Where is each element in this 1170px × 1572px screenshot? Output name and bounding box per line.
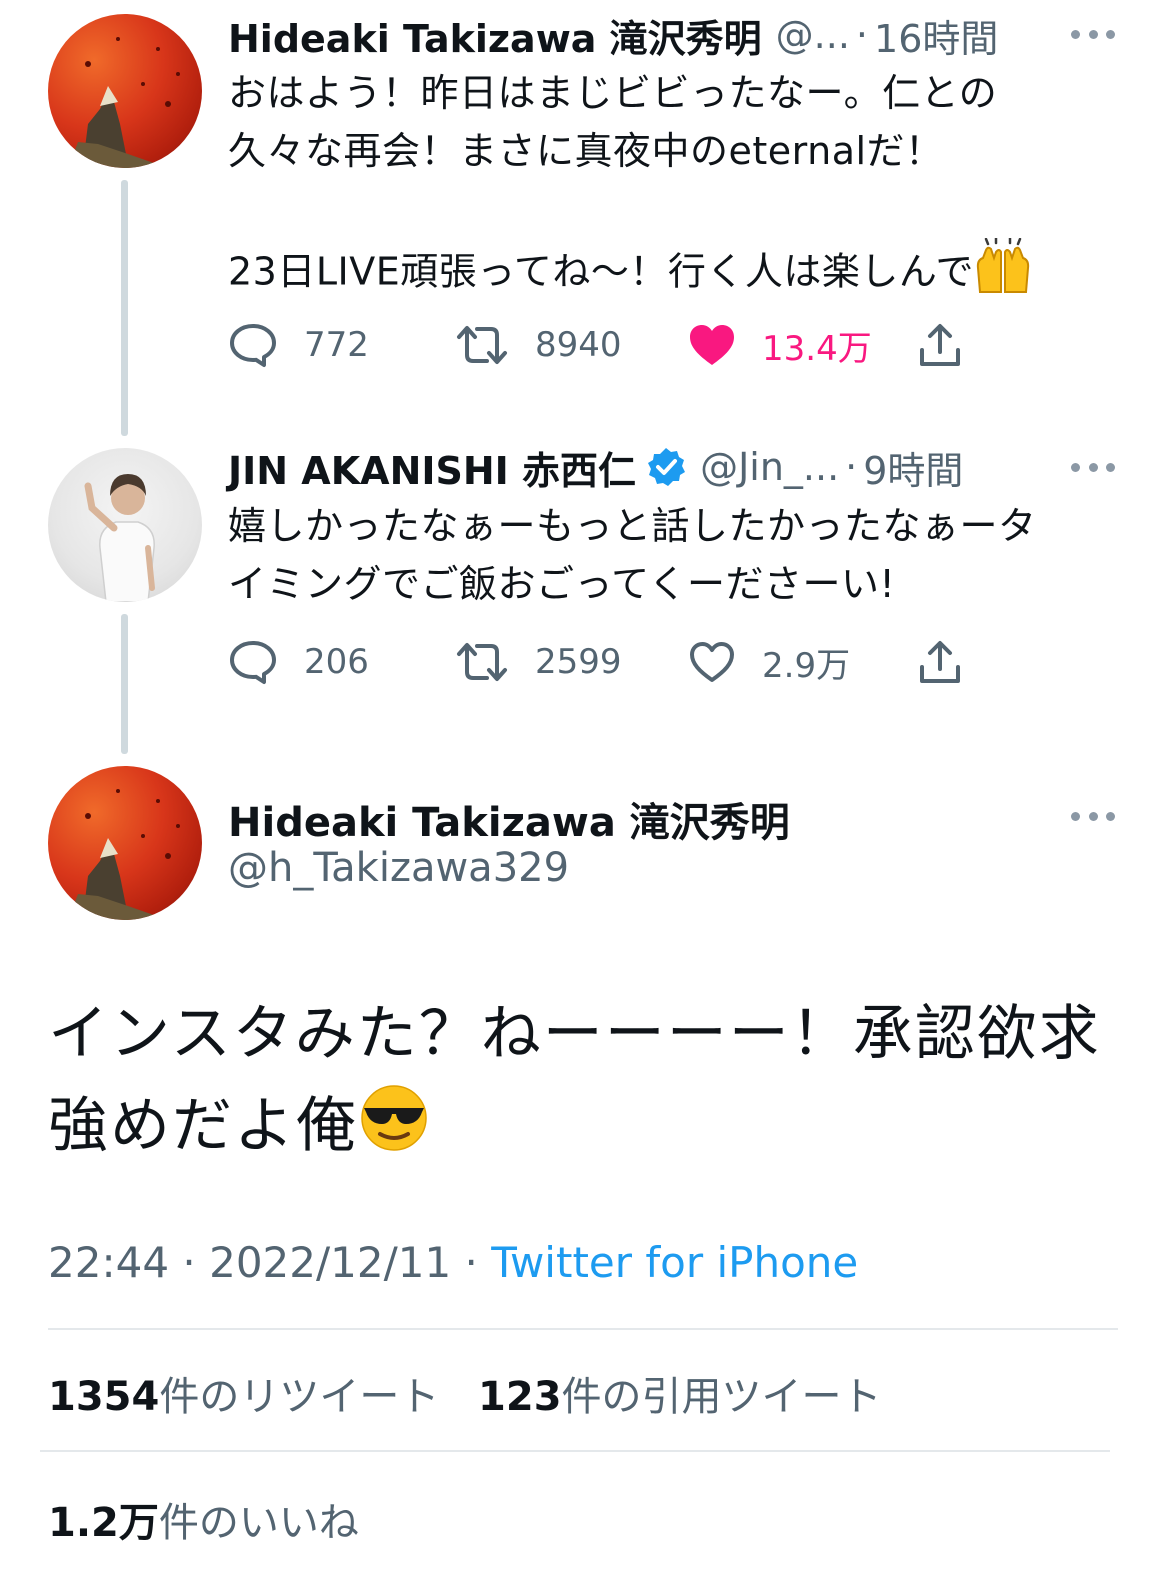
retweet-stats: 1354件のリツイート 123件の引用ツイート <box>48 1364 882 1422</box>
tweet-time[interactable]: 16時間 <box>874 8 998 63</box>
likes-count: 1.2万 <box>48 1500 159 1546</box>
retweets-label: 件のリツイート <box>159 1374 440 1420</box>
user-handle[interactable]: @... <box>776 13 850 57</box>
tweet-time[interactable]: 22:44 <box>48 1238 169 1287</box>
display-name[interactable]: JIN AKANISHI 赤西仁 <box>228 440 636 495</box>
heart-filled-icon <box>690 325 734 365</box>
tweet-text-segment: 23日LIVE頑張ってね〜！行く人は楽しんで <box>228 249 974 294</box>
more-options-icon[interactable] <box>1071 457 1115 477</box>
quotes-count: 123 <box>478 1374 562 1420</box>
retweet-count: 2599 <box>535 642 622 682</box>
likes-label: 件のいいね <box>158 1500 359 1546</box>
tweet-source-link[interactable]: Twitter for iPhone <box>491 1238 858 1287</box>
separator-dot: · <box>855 13 869 57</box>
tweet-meta: 22:44 · 2022/12/11 · Twitter for iPhone <box>48 1238 858 1287</box>
like-button[interactable]: 13.4万 <box>688 320 872 370</box>
tweet-time[interactable]: 9時間 <box>863 440 963 495</box>
tweet-text-line: インスタみた？ねーーーー！承認欲求 <box>48 999 1101 1069</box>
retweet-icon <box>457 643 507 681</box>
main-tweet-text: インスタみた？ねーーーー！承認欲求 強めだよ俺 <box>48 988 1128 1178</box>
avatar[interactable] <box>48 766 202 920</box>
like-count: 13.4万 <box>762 328 872 369</box>
tweet-header: Hideaki Takizawa 滝沢秀明 @... · 16時間 <box>228 8 998 63</box>
reply-button[interactable]: 772 <box>228 320 369 370</box>
smiling-face-with-sunglasses-emoji-icon <box>358 1080 430 1178</box>
share-icon <box>920 641 960 683</box>
divider <box>40 1450 1110 1452</box>
reply-count: 772 <box>304 325 369 365</box>
avatar[interactable] <box>48 14 202 168</box>
tweet-text-line: 久々な再会！まさに真夜中のeternalだ！ <box>228 129 944 173</box>
tweet-text: 嬉しかったなぁーもっと話したかったなぁータ イミングでご飯おごってくーださーい! <box>228 497 1128 613</box>
separator-dot: · <box>845 445 858 489</box>
raising-hands-emoji-icon <box>974 236 1032 310</box>
retweet-count: 8940 <box>535 325 622 365</box>
more-options-icon[interactable] <box>1071 24 1115 44</box>
share-button[interactable] <box>918 320 962 370</box>
share-icon <box>920 324 960 366</box>
separator-dot: · <box>451 1238 492 1287</box>
retweets-count: 1354 <box>48 1374 160 1420</box>
retweets-stat-link[interactable]: 1354件のリツイート <box>48 1374 439 1420</box>
retweet-button[interactable]: 2599 <box>455 637 622 687</box>
thread-line <box>121 180 128 436</box>
tweet-header: JIN AKANISHI 赤西仁 @Jin_... · 9時間 <box>228 440 963 495</box>
tweet-date[interactable]: 2022/12/11 <box>209 1238 451 1287</box>
reply-icon <box>230 324 276 367</box>
likes-stat-link[interactable]: 1.2万件のいいね <box>48 1490 359 1548</box>
thread-line <box>121 614 128 754</box>
divider <box>48 1328 1118 1330</box>
tweet-text: おはよう！昨日はまじビビったなー。仁との 久々な再会！まさに真夜中のeternal… <box>228 64 1128 310</box>
avatar[interactable] <box>48 448 202 602</box>
more-options-icon[interactable] <box>1071 806 1115 826</box>
display-name[interactable]: Hideaki Takizawa 滝沢秀明 <box>228 8 762 63</box>
tweet-text-line: おはよう！昨日はまじビビったなー。仁との <box>228 71 998 115</box>
quotes-label: 件の引用ツイート <box>561 1374 882 1420</box>
tweet-text-segment: 強めだよ俺 <box>48 1091 358 1161</box>
retweet-icon <box>457 326 507 364</box>
quotes-stat-link[interactable]: 123件の引用ツイート <box>478 1374 882 1420</box>
share-button[interactable] <box>918 637 962 687</box>
user-handle[interactable]: @Jin_... <box>700 445 839 489</box>
reply-icon <box>230 641 276 684</box>
user-handle[interactable]: @h_Takizawa329 <box>228 845 569 891</box>
tweet-text-line: 23日LIVE頑張ってね〜！行く人は楽しんで <box>228 236 1128 310</box>
tweet-text-line: 強めだよ俺 <box>48 1080 1128 1178</box>
verified-badge-icon <box>646 447 686 487</box>
tweet-text-line: 嬉しかったなぁーもっと話したかったなぁータ <box>228 504 1037 548</box>
like-count: 2.9万 <box>762 645 851 686</box>
tweet-text-line: イミングでご飯おごってくーださーい! <box>228 562 896 606</box>
heart-outline-icon <box>690 642 734 682</box>
retweet-button[interactable]: 8940 <box>455 320 622 370</box>
reply-button[interactable]: 206 <box>228 637 369 687</box>
reply-count: 206 <box>304 642 369 682</box>
separator-dot: · <box>169 1238 210 1287</box>
like-button[interactable]: 2.9万 <box>688 637 850 687</box>
display-name[interactable]: Hideaki Takizawa 滝沢秀明 <box>228 790 790 848</box>
